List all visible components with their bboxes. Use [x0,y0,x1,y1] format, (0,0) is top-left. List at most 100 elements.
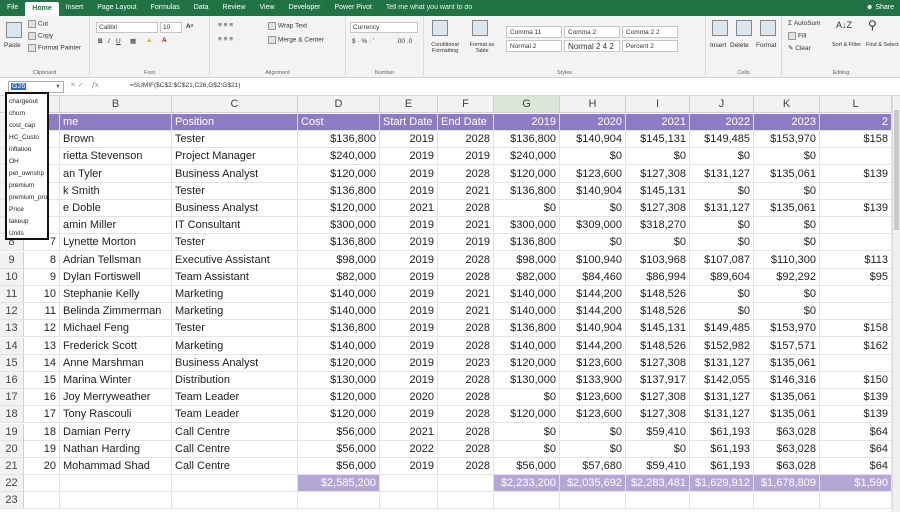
year-value-cell[interactable]: $149,485 [690,131,754,149]
magnifier-icon[interactable]: ⚲ [868,18,877,32]
fill-button[interactable]: Fill [788,32,806,40]
tab-tell-me-what-you-want-to-do[interactable]: Tell me what you want to do [379,0,479,16]
year-value-cell[interactable]: $56,000 [494,458,560,475]
insert-button[interactable]: Insert [710,42,726,49]
year-value-cell[interactable]: $57,680 [560,458,626,475]
year-value-cell[interactable]: $318,270 [626,217,690,235]
year-value-cell[interactable]: $103,968 [626,251,690,269]
tab-page-layout[interactable]: Page Layout [90,0,143,16]
position-cell[interactable]: Team Leader [172,389,298,407]
id-cell[interactable]: 10 [24,286,60,303]
tab-developer[interactable]: Developer [282,0,328,16]
empty-cell[interactable] [438,492,494,510]
year-value-cell[interactable]: $0 [494,389,560,407]
year-value-cell[interactable] [820,182,892,200]
year-value-cell[interactable]: $131,127 [690,406,754,424]
cost-cell[interactable]: $136,800 [298,131,380,149]
year-value-cell[interactable]: $136,800 [494,131,560,149]
year-value-cell[interactable]: $64 [820,440,892,458]
number-format-select[interactable]: Currency [350,22,418,33]
position-cell[interactable]: Tester [172,234,298,252]
cost-cell[interactable]: $120,000 [298,165,380,183]
end-date-cell[interactable]: 2028 [438,372,494,389]
year-value-cell[interactable]: $144,200 [560,286,626,303]
year-value-cell[interactable]: $64 [820,423,892,441]
year-value-cell[interactable]: $0 [560,234,626,252]
year-value-cell[interactable]: $127,308 [626,406,690,424]
function-icon[interactable]: fx [92,81,99,89]
year-value-cell[interactable]: $127,308 [626,354,690,372]
cost-cell[interactable]: $56,000 [298,440,380,458]
total-year-cell[interactable]: $2,283,481 [626,475,690,493]
start-date-cell[interactable]: 2019 [380,337,438,355]
cost-cell[interactable]: $56,000 [298,423,380,441]
cost-cell[interactable]: $98,000 [298,251,380,269]
year-value-cell[interactable]: $142,055 [690,372,754,389]
id-cell[interactable]: 15 [24,372,60,389]
id-cell[interactable]: 9 [24,268,60,286]
tab-power-pivot[interactable]: Power Pivot [327,0,378,16]
empty-cell[interactable] [60,475,172,493]
end-date-cell[interactable]: 2028 [438,406,494,424]
tab-file[interactable]: File [0,0,25,16]
align-left-icon[interactable]: ≡ ≡ ≡ [218,36,233,43]
year-value-cell[interactable]: $0 [754,303,820,321]
position-cell[interactable]: Business Analyst [172,354,298,372]
format-icon[interactable] [760,20,776,36]
year-value-cell[interactable]: $0 [690,234,754,252]
year-value-cell[interactable]: $120,000 [494,354,560,372]
year-value-cell[interactable]: $136,800 [494,320,560,338]
id-cell[interactable]: 11 [24,303,60,321]
empty-cell[interactable] [24,492,60,510]
year-value-cell[interactable]: $139 [820,200,892,217]
cost-cell[interactable]: $136,800 [298,320,380,338]
cut-button[interactable]: Cut [28,20,48,28]
name-cell[interactable]: Mohammad Shad [60,458,172,475]
column-header-g[interactable]: G [494,96,560,113]
year-value-cell[interactable]: $150 [820,372,892,389]
position-cell[interactable]: Business Analyst [172,200,298,217]
id-cell[interactable]: 13 [24,337,60,355]
sort-filter-button[interactable]: Sort & Filter [832,42,861,48]
named-range-item[interactable]: inflation [7,144,47,156]
empty-cell[interactable] [820,492,892,510]
sort-icon[interactable]: A↓Z [836,20,852,30]
position-cell[interactable]: IT Consultant [172,217,298,235]
named-range-item[interactable]: premium [7,180,47,192]
position-cell[interactable]: Project Manager [172,148,298,166]
position-cell[interactable]: Distribution [172,372,298,389]
cost-cell[interactable]: $140,000 [298,337,380,355]
borders-icon[interactable]: ▦ [130,37,136,45]
paste-button[interactable]: Paste [4,42,21,49]
format-as-table-button[interactable]: Format as Table [464,42,500,54]
column-header-i[interactable]: I [626,96,690,113]
cost-cell[interactable]: $56,000 [298,458,380,475]
named-range-item[interactable]: pet_ownshp [7,168,47,180]
start-date-cell[interactable]: 2022 [380,440,438,458]
name-cell[interactable]: amin Miller [60,217,172,235]
style-percent-2[interactable]: Percent 2 [622,40,678,52]
start-date-cell[interactable]: 2019 [380,148,438,166]
year-value-cell[interactable]: $0 [560,440,626,458]
chevron-down-icon[interactable]: ▼ [55,82,61,92]
named-range-item[interactable]: premium_profi [7,192,47,204]
year-value-cell[interactable]: $0 [494,200,560,217]
year-value-cell[interactable]: $135,061 [754,406,820,424]
year-value-cell[interactable]: $123,600 [560,354,626,372]
total-year-cell[interactable]: $1,629,912 [690,475,754,493]
empty-cell[interactable] [172,492,298,510]
position-cell[interactable]: Marketing [172,337,298,355]
start-date-cell[interactable]: 2019 [380,320,438,338]
year-value-cell[interactable]: $107,087 [690,251,754,269]
year-value-cell[interactable]: $162 [820,337,892,355]
year-value-cell[interactable]: $309,000 [560,217,626,235]
delete-icon[interactable] [736,20,752,36]
end-date-cell[interactable]: 2021 [438,286,494,303]
end-date-cell[interactable]: 2028 [438,200,494,217]
row-header[interactable]: 20 [0,440,24,458]
year-value-cell[interactable]: $0 [690,148,754,166]
year-value-cell[interactable]: $140,904 [560,320,626,338]
row-header[interactable]: 23 [0,492,24,510]
format-button[interactable]: Format [756,42,777,49]
format-painter-button[interactable]: Format Painter [28,44,81,52]
